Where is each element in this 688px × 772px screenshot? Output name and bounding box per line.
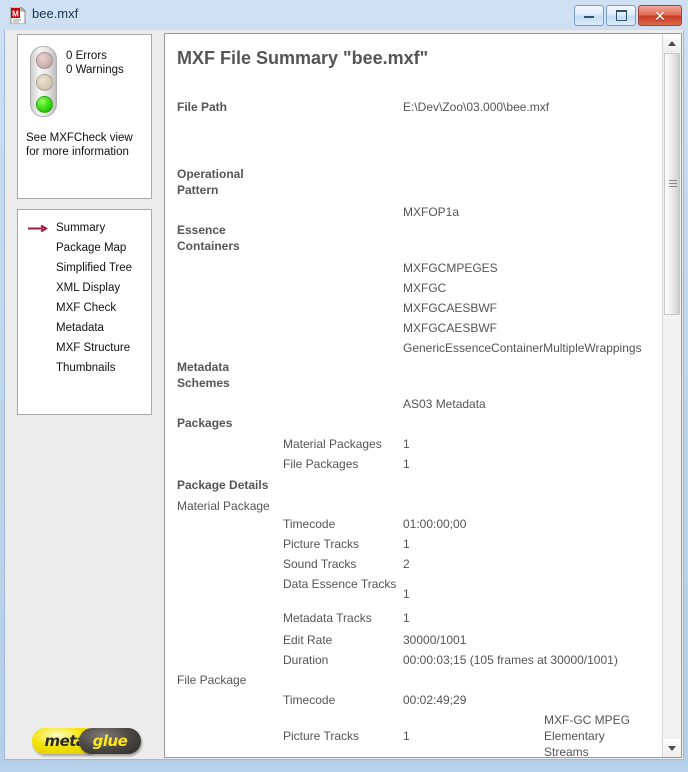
file-path-label: File Path <box>177 100 228 114</box>
package-details-label: Package Details <box>177 478 269 492</box>
status-panel: 0 Errors 0 Warnings See MXFCheck view fo… <box>17 34 152 199</box>
traffic-light-red-lamp <box>36 52 53 69</box>
essence-container-value: MXFGCAESBWF <box>403 301 498 315</box>
chevron-up-icon <box>668 40 676 46</box>
minimize-icon <box>584 13 594 18</box>
maximize-icon <box>615 10 627 21</box>
sidebar-item-summary[interactable]: Summary <box>18 218 151 238</box>
material-row-label: Edit Rate <box>283 633 333 647</box>
sidebar-item-mxf-check[interactable]: MXF Check <box>18 298 151 318</box>
vertical-scrollbar[interactable] <box>662 34 681 757</box>
scroll-up-button[interactable] <box>663 34 681 52</box>
sidebar-item-package-map[interactable]: Package Map <box>18 238 151 258</box>
operational-pattern-value: MXFOP1a <box>403 205 460 219</box>
title-bar[interactable]: M bee.mxf ✕ <box>0 0 688 30</box>
packages-row-value: 1 <box>403 437 410 451</box>
file-row-value: 1 <box>403 729 410 743</box>
packages-row-value: 1 <box>403 457 410 471</box>
window-title: bee.mxf <box>32 6 79 21</box>
status-counts: 0 Errors 0 Warnings <box>66 49 124 77</box>
close-button[interactable]: ✕ <box>638 5 682 26</box>
chevron-down-icon <box>668 745 676 751</box>
file-row-extra: MXF-GC MPEG Elementary Streams <box>544 713 630 758</box>
packages-label: Packages <box>177 416 233 430</box>
svg-text:M: M <box>12 10 19 19</box>
essence-container-value: MXFGC <box>403 281 447 295</box>
warning-count: 0 Warnings <box>66 64 124 76</box>
essence-containers-label: Essence Containers <box>177 223 240 253</box>
sidebar-item-metadata[interactable]: Metadata <box>18 318 151 338</box>
file-package-label: File Package <box>177 673 247 687</box>
material-row-label: Picture Tracks <box>283 537 360 551</box>
page-title: MXF File Summary "bee.mxf" <box>177 48 429 68</box>
essence-container-value: MXFGCMPEGES <box>403 261 498 275</box>
maximize-button[interactable] <box>606 5 636 26</box>
logo-glue-text: glue <box>79 728 141 754</box>
material-row-value: 1 <box>403 587 410 601</box>
essence-container-value: GenericEssenceContainerMultipleWrappings <box>403 341 642 355</box>
error-count: 0 Errors <box>66 50 107 62</box>
material-row-value: 1 <box>403 611 410 625</box>
navigation-panel: Summary Package Map Simplified Tree XML … <box>17 209 152 415</box>
material-row-label: Duration <box>283 653 329 667</box>
material-package-label: Material Package <box>177 499 270 513</box>
sidebar-item-simplified-tree[interactable]: Simplified Tree <box>18 258 151 278</box>
sidebar-item-label: MXF Check <box>56 302 117 314</box>
scrollbar-grip-icon <box>669 180 677 188</box>
essence-container-value: MXFGCAESBWF <box>403 321 498 335</box>
packages-row-label: File Packages <box>283 457 359 471</box>
sidebar-item-label: Summary <box>56 222 106 234</box>
traffic-light-icon <box>30 46 57 117</box>
material-row-label: Data Essence Tracks <box>283 577 397 591</box>
sidebar-item-thumbnails[interactable]: Thumbnails <box>18 358 151 378</box>
material-row-label: Timecode <box>283 517 336 531</box>
sidebar-item-mxf-structure[interactable]: MXF Structure <box>18 338 151 358</box>
packages-row-label: Material Packages <box>283 437 382 451</box>
scrollbar-thumb[interactable] <box>664 53 680 315</box>
sidebar-item-label: Package Map <box>56 242 127 254</box>
file-path-value: E:\Dev\Zoo\03.000\bee.mxf <box>403 100 550 114</box>
file-row-label: Timecode <box>283 693 336 707</box>
status-note: See MXFCheck view for more information <box>26 132 133 158</box>
file-row-label: Picture Tracks <box>283 729 360 743</box>
minimize-button[interactable] <box>574 5 604 26</box>
metadata-scheme-value: AS03 Metadata <box>403 397 486 411</box>
material-row-value: 30000/1001 <box>403 633 467 647</box>
application-window: M bee.mxf ✕ 0 Errors 0 Warnings See MXFC… <box>0 0 688 764</box>
metaglue-logo: meta glue <box>17 720 152 772</box>
selection-arrow-icon <box>28 225 48 232</box>
sidebar-item-label: Thumbnails <box>56 362 116 374</box>
traffic-light-amber-lamp <box>36 74 53 91</box>
file-row-value: 00:02:49;29 <box>403 693 467 707</box>
mxf-document-icon: M <box>10 7 26 24</box>
sidebar-item-xml-display[interactable]: XML Display <box>18 278 151 298</box>
material-row-value: 2 <box>403 557 410 571</box>
metadata-schemes-label: Metadata Schemes <box>177 360 230 390</box>
sidebar-item-label: MXF Structure <box>56 342 131 354</box>
material-row-value: 00:00:03;15 (105 frames at 30000/1001) <box>403 653 618 667</box>
material-row-label: Metadata Tracks <box>283 611 372 625</box>
navigation-list: Summary Package Map Simplified Tree XML … <box>18 218 151 378</box>
material-row-label: Sound Tracks <box>283 557 357 571</box>
close-icon: ✕ <box>654 7 666 24</box>
window-controls: ✕ <box>574 5 682 26</box>
sidebar: 0 Errors 0 Warnings See MXFCheck view fo… <box>5 30 162 758</box>
sidebar-item-label: Simplified Tree <box>56 262 133 274</box>
sidebar-item-label: Metadata <box>56 322 104 334</box>
summary-document: MXF File Summary "bee.mxf" File Path E:\… <box>165 34 662 757</box>
traffic-light-green-lamp <box>36 96 53 113</box>
scroll-down-button[interactable] <box>663 739 681 757</box>
material-row-value: 1 <box>403 537 410 551</box>
client-area: 0 Errors 0 Warnings See MXFCheck view fo… <box>4 30 684 760</box>
operational-pattern-label: Operational Pattern <box>177 167 244 197</box>
material-row-value: 01:00:00;00 <box>403 517 467 531</box>
summary-content-panel: MXF File Summary "bee.mxf" File Path E:\… <box>164 33 682 758</box>
sidebar-item-label: XML Display <box>56 282 121 294</box>
